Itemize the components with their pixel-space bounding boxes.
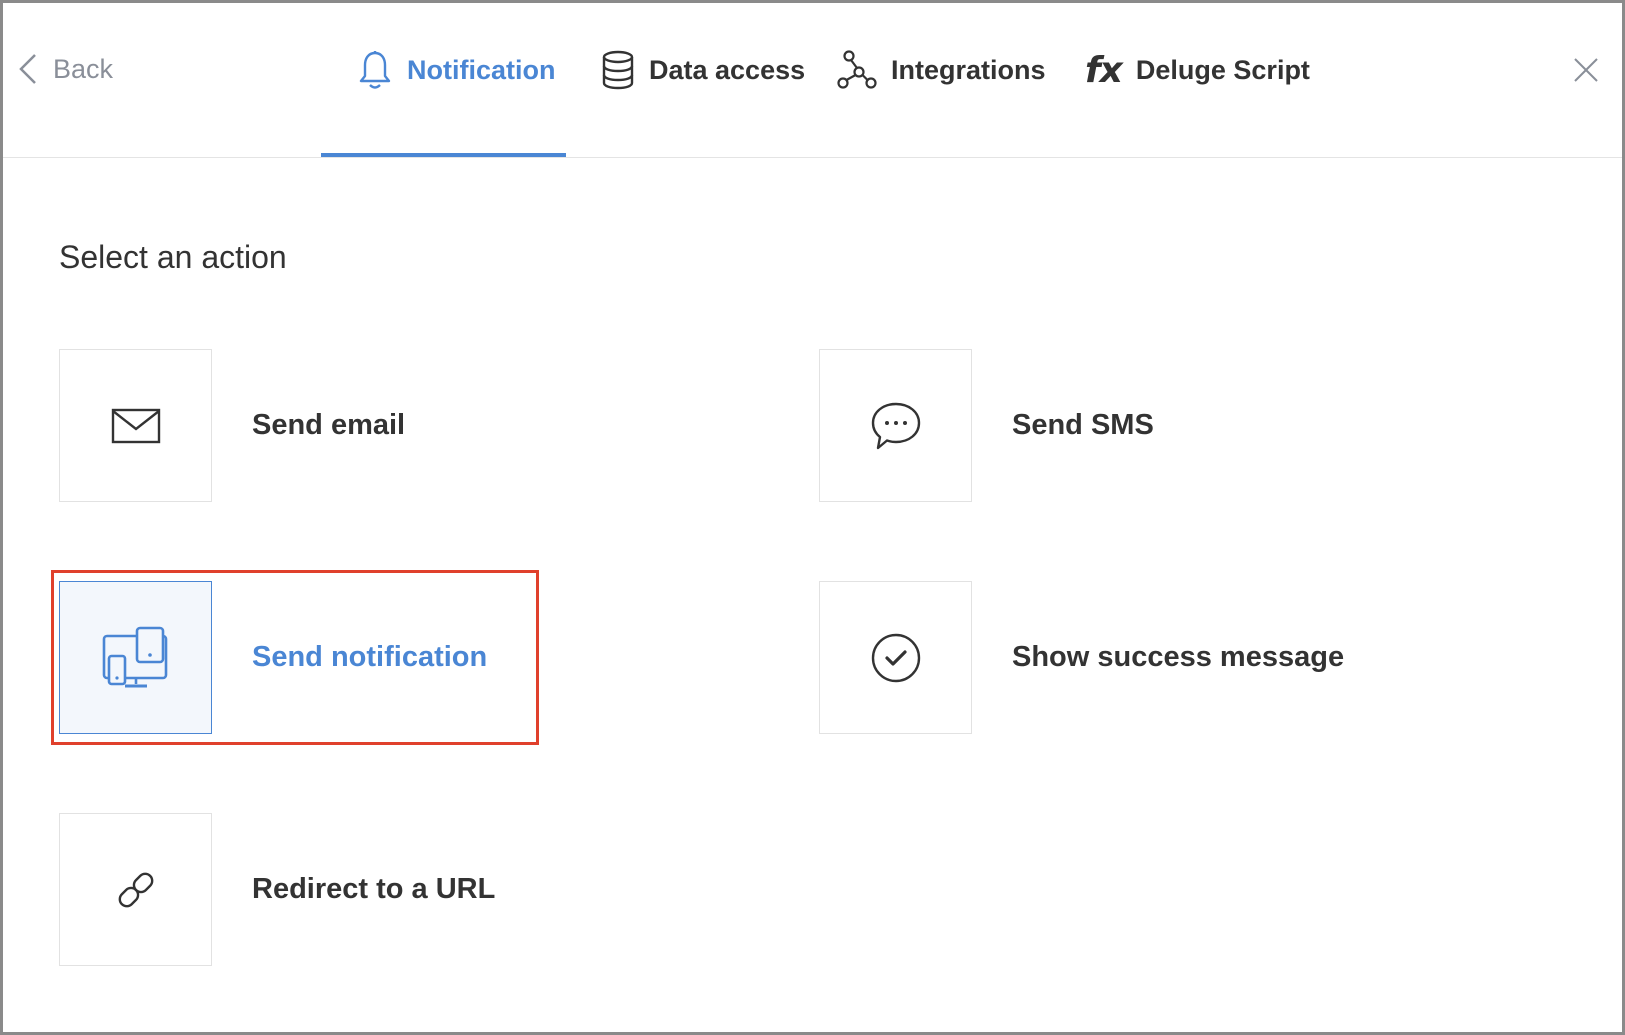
chat-bubble-icon — [871, 402, 920, 449]
action-label: Show success message — [1012, 641, 1345, 673]
action-label: Send email — [252, 409, 406, 441]
chevron-left-icon — [19, 54, 36, 84]
devices-icon — [102, 626, 167, 687]
tab-label: Notification — [407, 54, 556, 85]
back-label: Back — [53, 53, 114, 84]
envelope-icon — [111, 408, 160, 443]
back-button[interactable]: Back — [17, 49, 113, 89]
action-send-notification[interactable]: Send notification — [59, 581, 487, 734]
action-icon-box — [819, 581, 972, 734]
tab-label: Integrations — [891, 54, 1046, 85]
action-redirect-url[interactable]: Redirect to a URL — [59, 813, 495, 966]
action-label: Send notification — [252, 641, 488, 673]
tab-integrations[interactable]: Integrations — [837, 47, 1046, 93]
action-send-email[interactable]: Send email — [59, 349, 405, 502]
bell-icon — [359, 51, 391, 89]
page-title: Select an action — [59, 239, 287, 275]
action-label: Send SMS — [1012, 409, 1154, 441]
action-icon-box — [59, 813, 212, 966]
tab-data-access[interactable]: Data access — [601, 47, 805, 93]
link-icon — [118, 872, 153, 907]
tab-label: Deluge Script — [1135, 54, 1310, 85]
active-tab-indicator — [321, 153, 566, 157]
tab-label: Data access — [649, 54, 806, 85]
header: Back Notification Data access Integratio… — [3, 3, 1622, 158]
integrations-icon — [837, 50, 877, 89]
close-icon[interactable] — [1571, 55, 1601, 85]
tab-deluge-script[interactable]: fx Deluge Script — [1085, 47, 1310, 93]
dialog: Back Notification Data access Integratio… — [0, 0, 1625, 1035]
action-label: Redirect to a URL — [252, 873, 496, 905]
action-send-sms[interactable]: Send SMS — [819, 349, 1154, 502]
action-show-success-message[interactable]: Show success message — [819, 581, 1344, 734]
action-icon-box — [59, 349, 212, 502]
fx-icon: fx — [1085, 49, 1123, 91]
check-circle-icon — [871, 633, 920, 682]
database-icon — [602, 50, 634, 90]
action-icon-box — [819, 349, 972, 502]
action-icon-box — [59, 581, 212, 734]
tab-notification[interactable]: Notification — [357, 47, 556, 93]
